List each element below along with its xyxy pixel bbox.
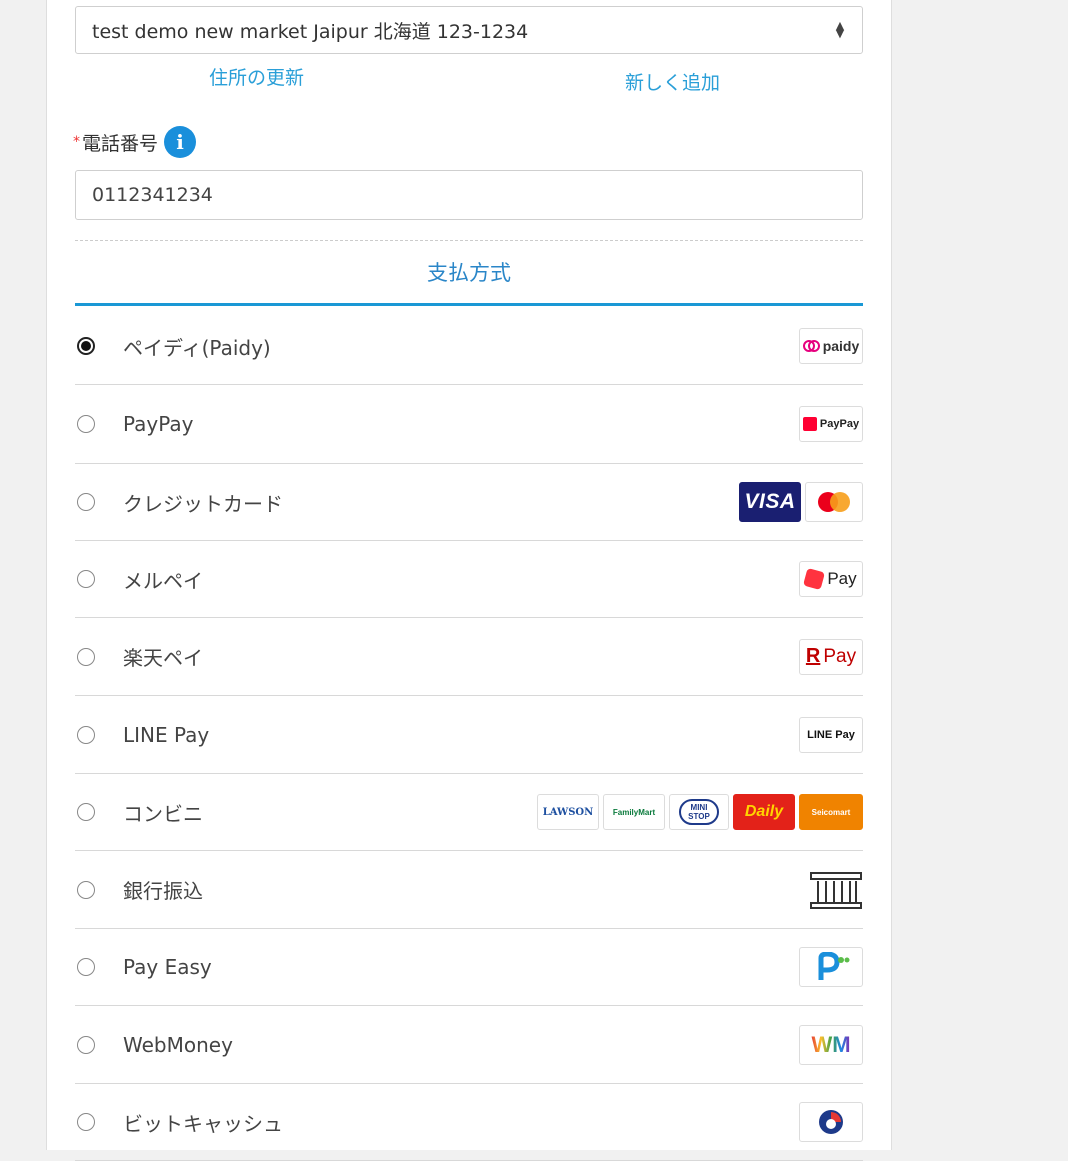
payment-method-radio[interactable]: [77, 647, 95, 666]
update-address-link[interactable]: 住所の更新: [209, 63, 304, 90]
required-mark: *: [73, 134, 80, 150]
payment-method-row[interactable]: 楽天ペイ R Pay: [75, 618, 863, 696]
familymart-logo: FamilyMart: [603, 794, 665, 830]
payment-method-row[interactable]: WebMoney WM: [75, 1006, 863, 1084]
payment-method-label: PayPay: [123, 412, 194, 436]
address-select[interactable]: test demo new market Jaipur 北海道 123-1234…: [75, 6, 863, 54]
ministop-logo: MINI STOP: [669, 794, 729, 830]
payment-method-logos: LINE Pay: [799, 716, 863, 753]
merpay-logo: Pay: [799, 561, 863, 597]
payment-method-label: ペイディ(Paidy): [123, 335, 271, 360]
payment-method-row[interactable]: クレジットカード VISA: [75, 464, 863, 541]
payment-method-radio[interactable]: [77, 880, 95, 899]
payment-method-radio[interactable]: [77, 725, 95, 744]
seicomart-logo: Seicomart: [799, 794, 863, 830]
payment-title-text: 支払方式: [427, 261, 511, 285]
payment-method-logos: paidy: [799, 328, 863, 364]
payment-method-logos: R Pay: [799, 638, 863, 675]
payment-method-label: LINE Pay: [123, 722, 210, 747]
payment-method-label: コンビニ: [123, 801, 203, 826]
select-arrows-icon: ▲ ▼: [835, 19, 845, 40]
rakuten-pay-logo: R Pay: [799, 638, 863, 675]
payment-method-logos: [799, 1102, 863, 1142]
address-select-value: test demo new market Jaipur 北海道 123-1234: [92, 20, 529, 43]
payment-method-row[interactable]: ビットキャッシュ: [75, 1084, 863, 1161]
payment-method-row[interactable]: 銀行振込: [75, 851, 863, 929]
payment-method-label: WebMoney: [123, 1032, 233, 1057]
payment-method-radio[interactable]: [77, 570, 95, 588]
payment-method-logos: LAWSON FamilyMart MINI STOP Daily Seicom…: [537, 794, 863, 830]
payment-method-radio[interactable]: [77, 1113, 95, 1131]
payment-method-radio[interactable]: [77, 1035, 95, 1054]
info-icon[interactable]: i: [164, 126, 197, 158]
payment-method-label: 楽天ペイ: [123, 646, 203, 670]
checkout-card: test demo new market Jaipur 北海道 123-1234…: [46, 0, 892, 1161]
payment-method-label: メルペイ: [123, 568, 203, 593]
bank-icon: [809, 870, 863, 910]
payment-method-row[interactable]: コンビニ LAWSON FamilyMart MINI STOP Daily S…: [75, 774, 863, 851]
payment-method-label: ビットキャッシュ: [123, 1111, 283, 1136]
phone-label: * 電話番号 i: [73, 126, 197, 158]
phone-input[interactable]: [75, 170, 863, 220]
payment-method-label: 銀行振込: [123, 879, 203, 903]
payment-method-logos: [799, 947, 863, 987]
payment-method-radio[interactable]: [77, 958, 95, 976]
payment-method-radio[interactable]: [77, 415, 95, 433]
lawson-logo: LAWSON: [537, 794, 599, 830]
phone-label-text: 電話番号: [82, 132, 159, 155]
payment-method-radio[interactable]: [77, 493, 95, 511]
payment-method-row[interactable]: PayPay PayPay: [75, 385, 863, 464]
visa-logo: VISA: [739, 482, 801, 522]
bitcash-logo: [799, 1102, 863, 1142]
payment-method-logos: WM: [799, 1024, 863, 1065]
payment-method-label: クレジットカード: [123, 491, 283, 516]
webmoney-logo: WM: [799, 1024, 863, 1065]
paypay-logo: PayPay: [799, 406, 863, 442]
payment-method-row[interactable]: ペイディ(Paidy) paidy: [75, 308, 863, 385]
payment-method-label: Pay Easy: [123, 955, 212, 979]
payment-method-logos: PayPay: [799, 406, 863, 442]
payment-method-radio[interactable]: [77, 337, 95, 355]
payment-method-logos: [809, 870, 863, 910]
mastercard-logo: [805, 482, 863, 522]
payment-method-radio[interactable]: [77, 803, 95, 821]
payment-section-title: 支払方式: [75, 240, 863, 306]
add-address-link[interactable]: 新しく追加: [625, 68, 720, 95]
payment-method-row[interactable]: LINE Pay LINE Pay: [75, 696, 863, 774]
line-pay-logo: LINE Pay: [799, 716, 863, 753]
payment-method-row[interactable]: Pay Easy: [75, 929, 863, 1006]
payment-method-list: ペイディ(Paidy) paidy PayPay PayPay クレジットカード…: [75, 308, 863, 1161]
payment-method-logos: VISA: [739, 482, 863, 522]
paidy-logo: paidy: [799, 328, 863, 364]
payment-method-row[interactable]: メルペイ Pay: [75, 541, 863, 618]
payeasy-logo: [799, 947, 863, 987]
payment-method-logos: Pay: [799, 561, 863, 597]
daily-logo: Daily: [733, 794, 795, 830]
